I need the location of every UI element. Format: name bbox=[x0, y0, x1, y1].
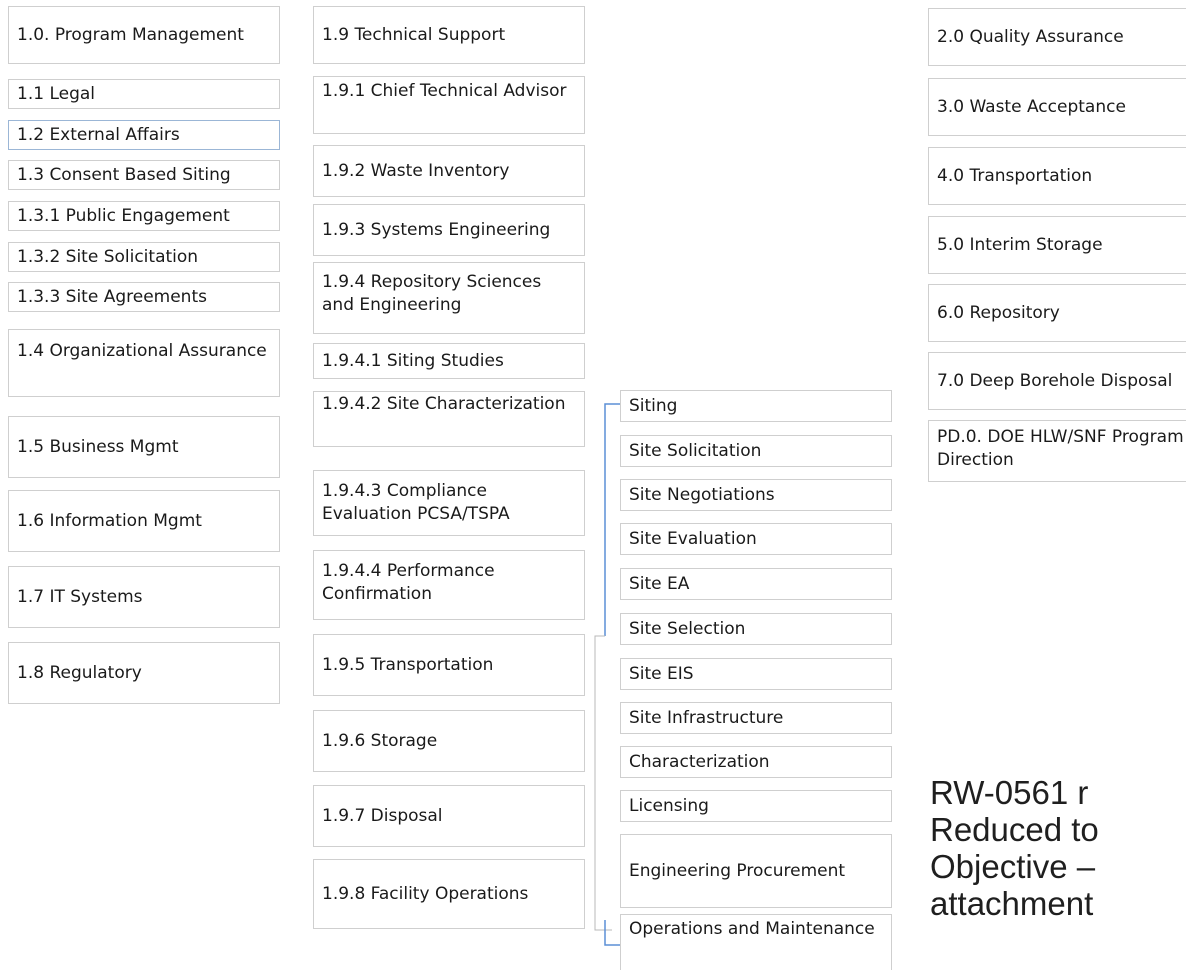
activity-label: Siting bbox=[629, 395, 678, 416]
wbs-box-4-0: 4.0 Transportation bbox=[928, 147, 1186, 205]
wbs-box-1-9-4-3: 1.9.4.3 Compliance Evaluation PCSA/TSPA bbox=[313, 470, 585, 536]
activity-label: Site EIS bbox=[629, 663, 694, 684]
wbs-box-1-2: 1.2 External Affairs bbox=[8, 120, 280, 150]
activity-box-operations-maintenance: Operations and Maintenance bbox=[620, 914, 892, 970]
wbs-box-1-3-3: 1.3.3 Site Agreements bbox=[8, 282, 280, 312]
activity-box-licensing: Licensing bbox=[620, 790, 892, 822]
wbs-label: 1.2 External Affairs bbox=[17, 124, 180, 145]
activity-box-engineering-procurement: Engineering Procurement bbox=[620, 834, 892, 908]
activity-box-siting: Siting bbox=[620, 390, 892, 422]
activity-label: Engineering Procurement bbox=[629, 860, 846, 881]
activity-box-site-ea: Site EA bbox=[620, 568, 892, 600]
wbs-box-2-0: 2.0 Quality Assurance bbox=[928, 8, 1186, 66]
wbs-label: 6.0 Repository bbox=[937, 302, 1060, 323]
wbs-box-1-7: 1.7 IT Systems bbox=[8, 566, 280, 628]
wbs-label: 1.1 Legal bbox=[17, 83, 96, 104]
wbs-label: 1.5 Business Mgmt bbox=[17, 436, 179, 457]
wbs-box-7-0: 7.0 Deep Borehole Disposal bbox=[928, 352, 1186, 410]
wbs-label: 1.7 IT Systems bbox=[17, 586, 143, 607]
wbs-label: 1.9 Technical Support bbox=[322, 24, 506, 45]
wbs-box-1-9: 1.9 Technical Support bbox=[313, 6, 585, 64]
activity-label: Site Infrastructure bbox=[629, 707, 784, 728]
wbs-label: 1.9.6 Storage bbox=[322, 730, 438, 751]
activity-box-site-infrastructure: Site Infrastructure bbox=[620, 702, 892, 734]
wbs-box-1-3: 1.3 Consent Based Siting bbox=[8, 160, 280, 190]
wbs-label: 1.9.4.4 Performance Confirmation bbox=[322, 561, 495, 604]
wbs-label: 1.9.4.2 Site Characterization bbox=[322, 394, 566, 414]
wbs-label: 1.3.3 Site Agreements bbox=[17, 286, 207, 307]
wbs-label: 1.8 Regulatory bbox=[17, 662, 142, 683]
wbs-box-1-9-6: 1.9.6 Storage bbox=[313, 710, 585, 772]
activity-box-site-negotiations: Site Negotiations bbox=[620, 479, 892, 511]
wbs-label: 1.3.2 Site Solicitation bbox=[17, 246, 199, 267]
note-line-3: Objective – bbox=[930, 848, 1096, 885]
wbs-box-1-3-1: 1.3.1 Public Engagement bbox=[8, 201, 280, 231]
wbs-box-1-9-8: 1.9.8 Facility Operations bbox=[313, 859, 585, 929]
wbs-box-1-8: 1.8 Regulatory bbox=[8, 642, 280, 704]
wbs-box-1-3-2: 1.3.2 Site Solicitation bbox=[8, 242, 280, 272]
wbs-box-3-0: 3.0 Waste Acceptance bbox=[928, 78, 1186, 136]
wbs-label: 1.9.7 Disposal bbox=[322, 805, 443, 826]
wbs-box-6-0: 6.0 Repository bbox=[928, 284, 1186, 342]
activity-box-site-evaluation: Site Evaluation bbox=[620, 523, 892, 555]
wbs-label: 1.6 Information Mgmt bbox=[17, 510, 202, 531]
wbs-box-1-9-4-2: 1.9.4.2 Site Characterization bbox=[313, 391, 585, 447]
wbs-label: 1.9.3 Systems Engineering bbox=[322, 219, 551, 240]
wbs-box-1-9-1: 1.9.1 Chief Technical Advisor bbox=[313, 76, 585, 134]
activity-label: Licensing bbox=[629, 795, 709, 816]
wbs-label: 1.4 Organizational Assurance bbox=[17, 341, 267, 361]
wbs-box-1-9-2: 1.9.2 Waste Inventory bbox=[313, 145, 585, 197]
connector-line-grey bbox=[594, 635, 612, 931]
activity-label: Operations and Maintenance bbox=[629, 919, 875, 939]
wbs-box-1-9-7: 1.9.7 Disposal bbox=[313, 785, 585, 847]
wbs-diagram: 1.0. Program Management 1.1 Legal 1.2 Ex… bbox=[0, 0, 1186, 970]
wbs-box-1-6: 1.6 Information Mgmt bbox=[8, 490, 280, 552]
wbs-label: 5.0 Interim Storage bbox=[937, 234, 1103, 255]
wbs-box-1-4: 1.4 Organizational Assurance bbox=[8, 329, 280, 397]
wbs-label: 1.9.2 Waste Inventory bbox=[322, 160, 510, 181]
wbs-label: 7.0 Deep Borehole Disposal bbox=[937, 370, 1173, 391]
activity-box-site-solicitation: Site Solicitation bbox=[620, 435, 892, 467]
wbs-box-5-0: 5.0 Interim Storage bbox=[928, 216, 1186, 274]
wbs-box-1-9-4-4: 1.9.4.4 Performance Confirmation bbox=[313, 550, 585, 620]
activity-box-site-selection: Site Selection bbox=[620, 613, 892, 645]
wbs-label: 2.0 Quality Assurance bbox=[937, 26, 1124, 47]
activity-label: Site EA bbox=[629, 573, 690, 594]
wbs-label: 1.9.8 Facility Operations bbox=[322, 883, 529, 904]
wbs-label: 1.3.1 Public Engagement bbox=[17, 205, 230, 226]
wbs-label: 1.3 Consent Based Siting bbox=[17, 164, 231, 185]
wbs-box-1-5: 1.5 Business Mgmt bbox=[8, 416, 280, 478]
activity-label: Characterization bbox=[629, 751, 770, 772]
wbs-label: 3.0 Waste Acceptance bbox=[937, 96, 1126, 117]
wbs-box-1-1: 1.1 Legal bbox=[8, 79, 280, 109]
wbs-box-1-9-5: 1.9.5 Transportation bbox=[313, 634, 585, 696]
wbs-label: 1.0. Program Management bbox=[17, 24, 244, 45]
wbs-label: 1.9.4.1 Siting Studies bbox=[322, 350, 504, 371]
wbs-label: 1.9.5 Transportation bbox=[322, 654, 494, 675]
wbs-label: PD.0. DOE HLW/SNF Program Direction bbox=[937, 427, 1184, 470]
activity-box-site-eis: Site EIS bbox=[620, 658, 892, 690]
activity-label: Site Selection bbox=[629, 618, 746, 639]
note-line-2: Reduced to bbox=[930, 811, 1099, 848]
wbs-label: 1.9.1 Chief Technical Advisor bbox=[322, 81, 567, 101]
wbs-box-pd-0: PD.0. DOE HLW/SNF Program Direction bbox=[928, 420, 1186, 482]
wbs-label: 1.9.4.3 Compliance Evaluation PCSA/TSPA bbox=[322, 481, 510, 524]
wbs-box-1-9-4: 1.9.4 Repository Sciences and Engineerin… bbox=[313, 262, 585, 334]
note-line-4: attachment bbox=[930, 885, 1094, 922]
note-line-1: RW-0561 r bbox=[930, 774, 1089, 811]
wbs-box-1-9-3: 1.9.3 Systems Engineering bbox=[313, 204, 585, 256]
note-text: RW-0561 r Reduced to Objective – attachm… bbox=[930, 774, 1099, 922]
activity-box-characterization: Characterization bbox=[620, 746, 892, 778]
wbs-label: 4.0 Transportation bbox=[937, 165, 1093, 186]
wbs-box-1-9-4-1: 1.9.4.1 Siting Studies bbox=[313, 343, 585, 379]
activity-label: Site Solicitation bbox=[629, 440, 762, 461]
activity-label: Site Negotiations bbox=[629, 484, 775, 505]
activity-label: Site Evaluation bbox=[629, 528, 757, 549]
wbs-label: 1.9.4 Repository Sciences and Engineerin… bbox=[322, 272, 542, 315]
wbs-box-1-0: 1.0. Program Management bbox=[8, 6, 280, 64]
